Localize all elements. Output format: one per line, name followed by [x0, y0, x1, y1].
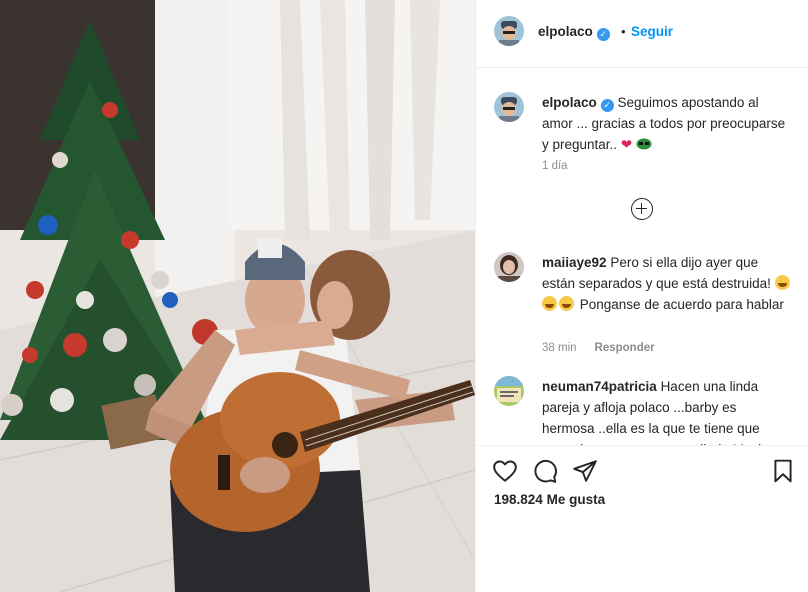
comment-text-block: maiiaye92 Pero si ella dijo ayer que est…: [542, 252, 792, 315]
comment-username[interactable]: maiiaye92: [542, 255, 607, 270]
instagram-post-window: elpolaco ✓ • Seguir elpolaco ✓ Seguimos ap…: [0, 0, 808, 592]
bookmark-icon[interactable]: [770, 458, 796, 484]
post-actions-bar: 198.824 Me gusta: [476, 445, 808, 592]
post-author-username-text[interactable]: elpolaco: [538, 24, 593, 39]
reply-button[interactable]: Responder: [595, 342, 655, 354]
avatar-image: [494, 92, 524, 122]
comment-item: neuman74patricia Hacen una linda pareja …: [494, 376, 794, 446]
paper-plane-icon[interactable]: [572, 458, 598, 484]
avatar[interactable]: [494, 376, 524, 406]
comment-timestamp[interactable]: 38 min: [542, 342, 577, 354]
post-photo[interactable]: [0, 0, 475, 592]
caption-username[interactable]: elpolaco: [542, 95, 597, 110]
likes-number[interactable]: 198.824: [494, 492, 543, 507]
follow-button[interactable]: Seguir: [631, 24, 673, 39]
heart-emoji-icon: ❤: [620, 137, 633, 152]
heart-outline-icon[interactable]: [492, 458, 518, 484]
comment-text-continued: Ponganse de acuerdo para hablar: [579, 297, 784, 312]
post-details-panel: elpolaco ✓ • Seguir elpolaco ✓ Seguimos ap…: [475, 0, 808, 592]
post-author-username[interactable]: elpolaco ✓: [538, 24, 610, 41]
laughing-emoji-icon: [774, 275, 790, 290]
comment-meta: 38 min Responder: [542, 342, 655, 354]
verified-badge-icon: ✓: [600, 99, 614, 112]
avatar-image: [494, 252, 524, 282]
likes-count[interactable]: 198.824 Me gusta: [494, 492, 605, 507]
verified-badge-icon: ✓: [596, 28, 610, 41]
avatar-image: [494, 16, 524, 46]
avatar[interactable]: [494, 16, 524, 46]
likes-label[interactable]: Me gusta: [547, 492, 606, 507]
header-separator: •: [621, 24, 626, 39]
sunglasses-emoji-icon: [636, 138, 652, 150]
post-photo-illustration: [0, 0, 475, 592]
caption-timestamp[interactable]: 1 día: [542, 160, 568, 172]
comment-text-block: neuman74patricia Hacen una linda pareja …: [542, 376, 792, 446]
comment-username[interactable]: neuman74patricia: [542, 379, 657, 394]
avatar-image: [494, 376, 524, 406]
comment-bubble-icon[interactable]: [532, 458, 558, 484]
caption-text-block: elpolaco ✓ Seguimos apostando al amor ...…: [542, 92, 792, 155]
laughing-emoji-icon: [542, 296, 557, 311]
comment-item: maiiaye92 Pero si ella dijo ayer que est…: [494, 252, 794, 362]
load-more-comments-button[interactable]: [631, 198, 653, 220]
laughing-emoji-icon: [559, 296, 574, 311]
avatar[interactable]: [494, 252, 524, 282]
avatar[interactable]: [494, 92, 524, 122]
post-header: elpolaco ✓ • Seguir: [476, 0, 808, 68]
